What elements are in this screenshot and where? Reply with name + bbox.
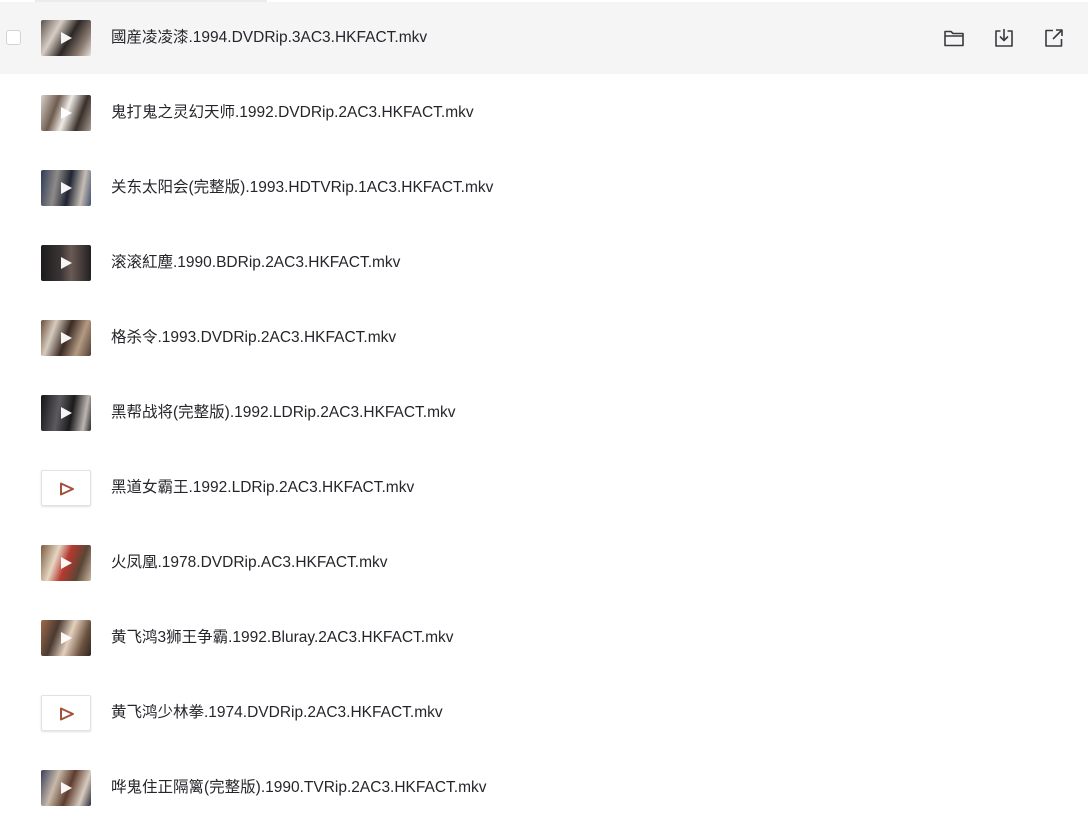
file-name[interactable]: 火凤凰.1978.DVDRip.AC3.HKFACT.mkv — [111, 553, 388, 573]
video-thumbnail — [41, 170, 91, 206]
file-row[interactable]: 國産凌凌漆.1994.DVDRip.3AC3.HKFACT.mkv — [0, 2, 1088, 74]
file-name[interactable]: 黑帮战将(完整版).1992.LDRip.2AC3.HKFACT.mkv — [111, 403, 456, 423]
file-row[interactable]: 鬼打鬼之灵幻天师.1992.DVDRip.2AC3.HKFACT.mkv — [0, 77, 1088, 149]
play-icon — [61, 107, 72, 119]
file-name[interactable]: 黄飞鸿少林拳.1974.DVDRip.2AC3.HKFACT.mkv — [111, 703, 443, 723]
play-icon — [61, 182, 72, 194]
play-icon — [61, 557, 72, 569]
video-thumbnail — [41, 770, 91, 806]
file-row[interactable]: 黑道女霸王.1992.LDRip.2AC3.HKFACT.mkv — [0, 452, 1088, 524]
generic-video-icon — [41, 695, 91, 731]
video-thumbnail — [41, 620, 91, 656]
file-row[interactable]: 关东太阳会(完整版).1993.HDTVRip.1AC3.HKFACT.mkv — [0, 152, 1088, 224]
file-row[interactable]: 滚滚紅塵.1990.BDRip.2AC3.HKFACT.mkv — [0, 227, 1088, 299]
play-icon — [61, 632, 72, 644]
file-name[interactable]: 鬼打鬼之灵幻天师.1992.DVDRip.2AC3.HKFACT.mkv — [111, 103, 474, 123]
file-row[interactable]: 火凤凰.1978.DVDRip.AC3.HKFACT.mkv — [0, 527, 1088, 599]
file-row[interactable]: 格杀令.1993.DVDRip.2AC3.HKFACT.mkv — [0, 302, 1088, 374]
play-icon — [61, 407, 72, 419]
play-icon — [61, 32, 72, 44]
file-list: 國産凌凌漆.1994.DVDRip.3AC3.HKFACT.mkv 鬼打鬼之灵幻… — [0, 0, 1088, 815]
play-icon — [61, 257, 72, 269]
file-name[interactable]: 关东太阳会(完整版).1993.HDTVRip.1AC3.HKFACT.mkv — [111, 178, 493, 198]
generic-video-icon — [41, 470, 91, 506]
video-thumbnail — [41, 395, 91, 431]
row-checkbox[interactable] — [6, 30, 21, 45]
video-thumbnail — [41, 245, 91, 281]
file-name[interactable]: 國産凌凌漆.1994.DVDRip.3AC3.HKFACT.mkv — [111, 28, 427, 48]
file-row[interactable]: 黄飞鸿3狮王争霸.1992.Bluray.2AC3.HKFACT.mkv — [0, 602, 1088, 674]
file-row[interactable]: 哗鬼住正隔篱(完整版).1990.TVRip.2AC3.HKFACT.mkv — [0, 752, 1088, 824]
file-name[interactable]: 黄飞鸿3狮王争霸.1992.Bluray.2AC3.HKFACT.mkv — [111, 628, 454, 648]
file-name[interactable]: 滚滚紅塵.1990.BDRip.2AC3.HKFACT.mkv — [111, 253, 400, 273]
play-icon — [61, 332, 72, 344]
file-name[interactable]: 黑道女霸王.1992.LDRip.2AC3.HKFACT.mkv — [111, 478, 414, 498]
file-name[interactable]: 格杀令.1993.DVDRip.2AC3.HKFACT.mkv — [111, 328, 396, 348]
file-row[interactable]: 黄飞鸿少林拳.1974.DVDRip.2AC3.HKFACT.mkv — [0, 677, 1088, 749]
play-icon — [61, 782, 72, 794]
download-icon[interactable] — [992, 26, 1016, 50]
file-row[interactable]: 黑帮战将(完整版).1992.LDRip.2AC3.HKFACT.mkv — [0, 377, 1088, 449]
video-thumbnail — [41, 95, 91, 131]
video-thumbnail — [41, 20, 91, 56]
folder-icon[interactable] — [942, 26, 966, 50]
file-name[interactable]: 哗鬼住正隔篱(完整版).1990.TVRip.2AC3.HKFACT.mkv — [111, 778, 487, 798]
share-icon[interactable] — [1042, 26, 1066, 50]
video-thumbnail — [41, 545, 91, 581]
video-thumbnail — [41, 320, 91, 356]
